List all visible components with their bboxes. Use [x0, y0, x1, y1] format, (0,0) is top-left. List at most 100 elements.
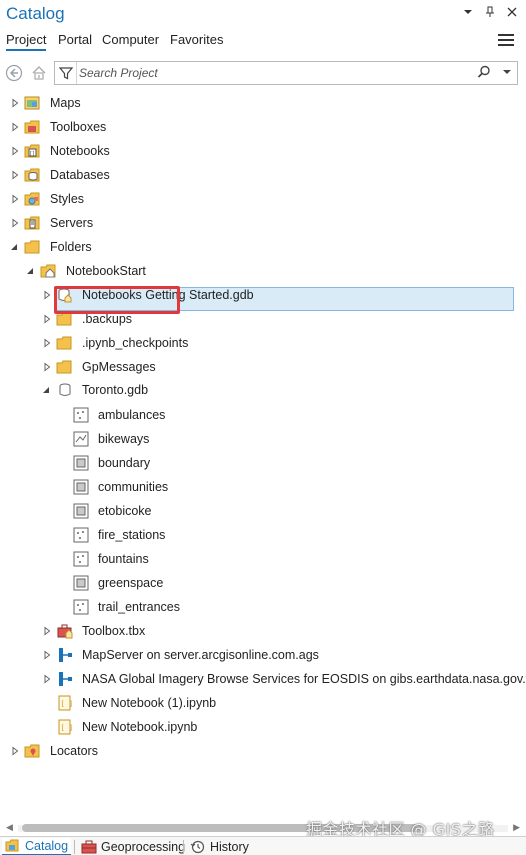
pane-controls [462, 6, 518, 21]
tree-item-new-notebook-1[interactable]: [ ] New Notebook (1).ipynb [0, 691, 526, 715]
tree-item-label: Locators [50, 744, 98, 758]
expand-arrow-icon[interactable] [10, 218, 20, 228]
tree-item-label: MapServer on server.arcgisonline.com.ags [82, 648, 319, 662]
pane-title-bar: Catalog [0, 0, 526, 30]
tree-item-toolboxes[interactable]: Toolboxes [0, 115, 526, 139]
notebook-icon: [ ] [58, 719, 74, 735]
search-input[interactable] [79, 64, 469, 82]
tab-geoprocessing[interactable]: Geoprocessing [78, 838, 188, 855]
folder-icon [56, 360, 72, 374]
tab-favorites[interactable]: Favorites [170, 32, 223, 49]
expand-arrow-icon[interactable] [42, 362, 52, 372]
tree-item-label: boundary [98, 456, 151, 470]
tab-computer[interactable]: Computer [102, 32, 159, 49]
folder-icon [24, 240, 40, 254]
tree-item-notebookstart[interactable]: NotebookStart [0, 259, 526, 283]
tab-history[interactable]: History [187, 838, 252, 855]
feature-class-communities[interactable]: communities [0, 475, 526, 499]
tree-item-servers[interactable]: Servers [0, 211, 526, 235]
tab-separator [74, 840, 75, 854]
feature-class-etobicoke[interactable]: etobicoke [0, 499, 526, 523]
tree-item-databases[interactable]: Databases [0, 163, 526, 187]
servers-folder-icon [24, 216, 40, 230]
polygon-feature-class-icon [73, 575, 89, 591]
expand-arrow-icon[interactable] [42, 338, 52, 348]
search-options-dropdown[interactable] [503, 67, 511, 78]
tree-item-notebooks[interactable]: [ ] Notebooks [0, 139, 526, 163]
svg-text:[ ]: [ ] [61, 724, 74, 732]
tree-item-toolbox-tbx[interactable]: Toolbox.tbx [0, 619, 526, 643]
tab-portal[interactable]: Portal [58, 32, 92, 49]
expand-arrow-icon[interactable] [10, 194, 20, 204]
expand-arrow-icon[interactable] [10, 170, 20, 180]
menu-icon[interactable] [498, 34, 514, 48]
expand-arrow-icon[interactable] [42, 674, 52, 684]
tree-item-locators[interactable]: Locators [0, 739, 526, 763]
tree-item-maps[interactable]: Maps [0, 91, 526, 115]
tab-project[interactable]: Project [6, 32, 47, 51]
notebook-folder-icon: [ ] [24, 144, 40, 158]
tab-catalog[interactable]: Catalog [2, 838, 72, 855]
tree-item-styles[interactable]: Styles [0, 187, 526, 211]
expand-arrow-icon[interactable] [42, 290, 52, 300]
expand-arrow-icon[interactable] [42, 650, 52, 660]
catalog-tabs: Project Portal Computer Favorites [0, 30, 526, 54]
tree-item-label: bikeways [98, 432, 150, 446]
expand-arrow-icon[interactable] [10, 746, 20, 756]
feature-class-greenspace[interactable]: greenspace [0, 571, 526, 595]
tree-item-new-notebook[interactable]: [ ] New Notebook.ipynb [0, 715, 526, 739]
tab-label: Catalog [25, 839, 69, 853]
collapse-arrow-icon[interactable] [25, 266, 35, 276]
feature-class-bikeways[interactable]: bikeways [0, 427, 526, 451]
feature-class-fire-stations[interactable]: fire_stations [0, 523, 526, 547]
tree-item-label: Folders [50, 240, 92, 254]
tree-item-ipynb-checkpoints[interactable]: .ipynb_checkpoints [0, 331, 526, 355]
expand-arrow-icon[interactable] [10, 98, 20, 108]
locators-folder-icon [24, 744, 40, 758]
filter-button[interactable] [55, 62, 77, 84]
red-annotation-box [54, 286, 180, 314]
expand-arrow-icon[interactable] [42, 626, 52, 636]
styles-folder-icon [24, 192, 40, 206]
scroll-left-icon[interactable]: ◀ [6, 822, 13, 833]
tree-item-label: fountains [98, 552, 149, 566]
search-button[interactable] [477, 65, 491, 82]
pane-options-dropdown-icon[interactable] [462, 6, 474, 21]
tab-separator [183, 840, 184, 854]
expand-arrow-icon[interactable] [10, 122, 20, 132]
collapse-arrow-icon[interactable] [9, 242, 19, 252]
close-icon[interactable] [506, 6, 518, 21]
tree-item-nasa-wmts[interactable]: NASA Global Imagery Browse Services for … [0, 667, 526, 691]
tree-item-label: ambulances [98, 408, 166, 422]
tree-item-label: Toolbox.tbx [82, 624, 146, 638]
back-button[interactable] [4, 63, 24, 83]
feature-class-boundary[interactable]: boundary [0, 451, 526, 475]
toolbox-icon [57, 624, 73, 639]
notebook-icon: [ ] [58, 695, 73, 711]
tree-item-label: New Notebook.ipynb [82, 720, 198, 734]
pin-icon[interactable] [484, 6, 496, 21]
tree-item-mapserver[interactable]: MapServer on server.arcgisonline.com.ags [0, 643, 526, 667]
tree-item-label: Maps [50, 96, 81, 110]
feature-class-fountains[interactable]: fountains [0, 547, 526, 571]
tree-item-folders[interactable]: Folders [0, 235, 526, 259]
tree-item-toronto-gdb[interactable]: Toronto.gdb [0, 378, 526, 402]
expand-arrow-icon[interactable] [10, 146, 20, 156]
expand-arrow-icon[interactable] [42, 314, 52, 324]
home-icon [32, 66, 46, 80]
tree-item-label: Toolboxes [50, 120, 107, 134]
tree-item-label: fire_stations [98, 528, 166, 542]
tree-item-label: Styles [50, 192, 85, 206]
folder-icon [56, 336, 72, 350]
tree-item-gpmessages[interactable]: GpMessages [0, 355, 526, 379]
tree-item-label: greenspace [98, 576, 164, 590]
collapse-arrow-icon[interactable] [41, 385, 51, 395]
feature-class-trail-entrances[interactable]: trail_entrances [0, 595, 526, 619]
search-box [54, 61, 518, 85]
scroll-right-icon[interactable]: ▶ [513, 822, 520, 833]
tree-item-label: New Notebook (1).ipynb [82, 696, 217, 710]
line-feature-class-icon [73, 431, 89, 447]
tree-item-label: communities [98, 480, 169, 494]
feature-class-ambulances[interactable]: ambulances [0, 403, 526, 427]
home-button[interactable] [29, 63, 49, 83]
